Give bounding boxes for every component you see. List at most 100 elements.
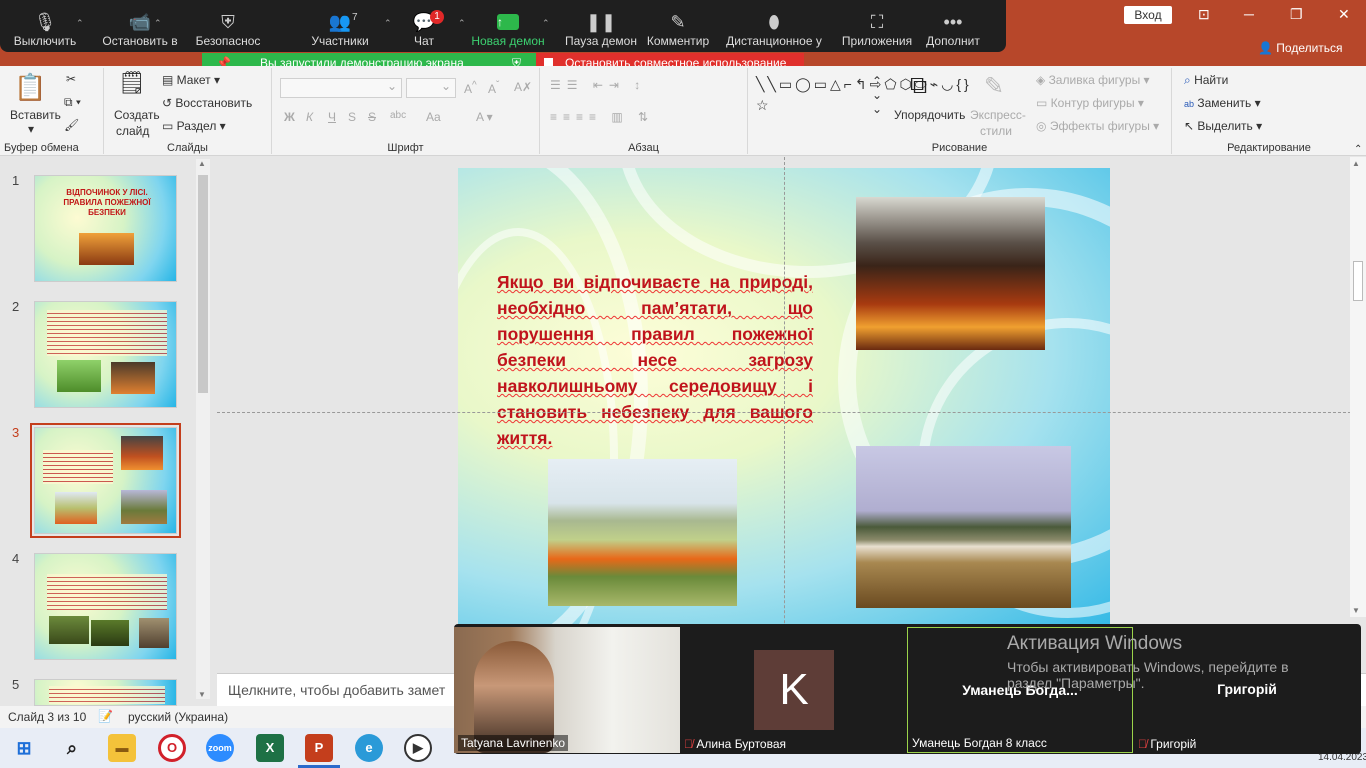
minimize-icon[interactable]: ─ — [1244, 6, 1254, 22]
more-button[interactable]: ••• Дополнит — [922, 10, 984, 49]
mute-button[interactable]: 🎙 Выключить ⌃ — [6, 10, 84, 49]
windows-start-icon[interactable]: ⊞ — [10, 734, 38, 762]
opera-icon[interactable]: O — [158, 734, 186, 762]
media-player-icon[interactable]: ▶ — [404, 734, 432, 762]
pencil-icon: ✎ — [670, 11, 686, 32]
horizontal-guide[interactable] — [217, 412, 1366, 413]
shape-fill-button[interactable]: ◈ Заливка фигуры ▾ — [1036, 73, 1150, 87]
excel-icon[interactable]: X — [256, 734, 284, 762]
grass-fire-photo[interactable] — [548, 459, 737, 606]
video-tile[interactable]: K 🎙̸ Алина Буртовая — [680, 627, 906, 753]
paste-icon[interactable]: 📋 — [14, 72, 46, 103]
scrollbar-thumb[interactable] — [1353, 261, 1363, 301]
format-painter-icon[interactable]: 🖌 — [64, 118, 79, 132]
scroll-up-icon[interactable]: ▲ — [1352, 159, 1360, 168]
shape-effects-button[interactable]: ◎ Эффекты фигуры ▾ — [1036, 119, 1159, 133]
reset-button[interactable]: ↺ Восстановить — [162, 96, 252, 110]
slide-thumbnail-1[interactable]: ВІДПОЧИНОК У ЛІСІ. ПРАВИЛА ПОЖЕЖНОЇ БЕЗП… — [34, 175, 177, 282]
gallery-scroll-icon[interactable]: ⌃ ⌄ ⌄ — [872, 74, 882, 116]
participants-label: Участники — [311, 34, 369, 48]
slide-body-text[interactable]: Якщо ви відпочиваєте на природі, необхід… — [497, 269, 813, 451]
section-button[interactable]: ▭ Раздел ▾ — [162, 119, 226, 133]
chevron-up-icon[interactable]: ⌃ — [384, 18, 392, 29]
participants-button[interactable]: 👥 Участники 7 ⌃ — [292, 10, 391, 49]
apps-button[interactable]: ⛶ Приложения — [836, 10, 918, 49]
quick-styles-button-line2[interactable]: стили — [980, 124, 1012, 138]
chevron-up-icon[interactable]: ⌃ — [154, 18, 162, 29]
field-fire-photo[interactable] — [856, 446, 1071, 608]
new-share-button[interactable]: ↑ Новая демон ⌃ — [468, 10, 550, 48]
slide-thumbnail-2[interactable] — [34, 301, 177, 408]
language-indicator[interactable]: русский (Украина) — [128, 710, 228, 724]
shrink-font-icon[interactable]: Aˇ — [488, 80, 499, 96]
new-slide-icon[interactable]: 🗒 — [118, 70, 146, 96]
annotate-button[interactable]: ✎ Комментир — [644, 10, 712, 49]
strikethrough-button[interactable]: S — [368, 110, 376, 124]
new-slide-button-line2[interactable]: слайд — [116, 124, 149, 138]
collapse-ribbon-icon[interactable]: ⌃ — [1354, 144, 1362, 155]
copy-icon[interactable]: ⧉ ▾ — [64, 95, 81, 110]
shape-outline-button[interactable]: ▭ Контур фигуры ▾ — [1036, 96, 1144, 110]
scrollbar-thumb[interactable] — [198, 175, 208, 393]
chevron-down-icon[interactable]: ▾ — [28, 122, 34, 136]
scroll-down-icon[interactable]: ▼ — [1352, 606, 1360, 615]
bold-button[interactable]: Ж — [284, 110, 295, 124]
select-button[interactable]: ↖ Выделить ▾ — [1184, 119, 1262, 133]
search-icon[interactable]: ⌕ — [58, 734, 86, 762]
italic-button[interactable]: К — [306, 110, 313, 124]
file-explorer-icon[interactable]: ▬ — [108, 734, 136, 762]
list-buttons[interactable]: ☰☰ ⇤⇥ ↕ — [550, 78, 646, 92]
font-color-button[interactable]: A ▾ — [476, 110, 493, 124]
shapes-gallery[interactable]: ╲╲▭◯▭△⌐↰⇨⬠⬡⬭⌁◡{}☆ — [756, 74, 969, 116]
font-name-select[interactable]: ⌄ — [280, 78, 402, 98]
edge-icon[interactable]: e — [355, 734, 383, 762]
cut-icon[interactable]: ✂ — [66, 72, 76, 86]
scroll-up-icon[interactable]: ▲ — [198, 159, 206, 168]
font-size-select[interactable]: ⌄ — [406, 78, 456, 98]
thumbnails-scrollbar[interactable]: ▲ ▼ — [196, 159, 210, 699]
slide-counter[interactable]: Слайд 3 из 10 — [8, 710, 86, 724]
maximize-icon[interactable]: ❐ — [1290, 6, 1303, 23]
remote-control-button[interactable]: ⬮ Дистанционное у — [722, 10, 826, 49]
zoom-icon[interactable]: zoom — [206, 734, 234, 762]
chevron-up-icon[interactable]: ⌃ — [542, 18, 550, 29]
chevron-up-icon[interactable]: ⌃ — [76, 18, 84, 29]
slide-thumbnail-3[interactable] — [30, 423, 181, 538]
font-group-label: Шрифт — [387, 142, 424, 154]
shadow-button[interactable]: S — [348, 110, 356, 124]
share-button[interactable]: 👤 Поделиться — [1258, 41, 1343, 55]
editor-scrollbar[interactable]: ▲ ▼ — [1350, 157, 1366, 617]
character-spacing-button[interactable]: abc — [390, 110, 406, 121]
chevron-up-icon[interactable]: ⌃ — [458, 18, 466, 29]
arrange-icon[interactable]: ⧉ — [910, 72, 927, 100]
align-buttons[interactable]: ≡≡≡≡ ▥ ⇅ — [550, 110, 654, 124]
scroll-down-icon[interactable]: ▼ — [198, 690, 206, 699]
quick-styles-button[interactable]: Экспресс- — [970, 108, 1026, 122]
quick-styles-icon[interactable]: ✎ — [984, 72, 1004, 101]
paste-button[interactable]: Вставить — [10, 108, 61, 122]
vertical-guide[interactable] — [784, 157, 785, 673]
participant-name: Уманець Богдан 8 класс — [912, 736, 1047, 750]
replace-button[interactable]: ab Заменить ▾ — [1184, 96, 1261, 110]
spelling-icon[interactable]: 📝 — [98, 709, 113, 723]
powerpoint-icon[interactable]: P — [305, 734, 333, 762]
slide-thumbnail-4[interactable] — [34, 553, 177, 660]
new-slide-button[interactable]: Создать — [114, 108, 160, 122]
layout-button[interactable]: ▤ Макет ▾ — [162, 73, 220, 87]
video-tile[interactable]: Tatyana Lavrinenko — [454, 627, 680, 753]
clear-format-icon[interactable]: A✗ — [514, 80, 532, 94]
slide-thumbnail-5[interactable] — [34, 679, 177, 706]
security-button[interactable]: ⛨ Безопаснос — [188, 10, 268, 49]
grow-font-icon[interactable]: A^ — [464, 80, 477, 96]
arrange-button[interactable]: Упорядочить — [894, 108, 965, 122]
pause-share-button[interactable]: ❚❚ Пауза демон — [558, 10, 644, 49]
stop-video-button[interactable]: 📹 Остановить в ⌃ — [92, 10, 188, 49]
change-case-button[interactable]: Aa — [426, 110, 441, 124]
ribbon-display-icon[interactable]: ⊡ — [1198, 6, 1210, 23]
close-icon[interactable]: ✕ — [1338, 6, 1350, 23]
find-button[interactable]: ⌕ Найти — [1184, 73, 1228, 88]
underline-button[interactable]: Ч — [328, 110, 336, 124]
forest-fire-photo[interactable] — [856, 197, 1045, 350]
chat-button[interactable]: 💬 Чат 1 ⌃ — [394, 10, 466, 48]
login-button[interactable]: Вход — [1124, 6, 1172, 24]
